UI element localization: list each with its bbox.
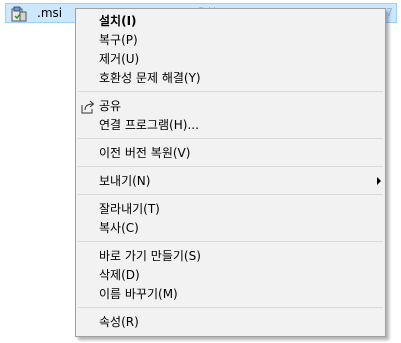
menu-item-label: 연결 프로그램(H)...	[99, 118, 199, 132]
menu-item-open-with[interactable]: 연결 프로그램(H)...	[78, 116, 383, 135]
menu-item-send-to[interactable]: 보내기(N)	[78, 172, 383, 191]
menu-item-label: 복사(C)	[99, 221, 139, 235]
menu-item-label: 보내기(N)	[99, 174, 151, 188]
menu-item-properties[interactable]: 속성(R)	[78, 313, 383, 332]
menu-separator	[78, 307, 383, 308]
menu-item-label: 공유	[99, 99, 122, 113]
menu-item-copy[interactable]: 복사(C)	[78, 219, 383, 238]
menu-item-label: 바로 가기 만들기(S)	[99, 249, 201, 263]
menu-item-label: 설치(I)	[99, 14, 137, 28]
menu-item-create-shortcut[interactable]: 바로 가기 만들기(S)	[78, 247, 383, 266]
menu-separator	[78, 166, 383, 167]
menu-item-delete[interactable]: 삭제(D)	[78, 266, 383, 285]
menu-separator	[78, 241, 383, 242]
menu-item-restore-previous-versions[interactable]: 이전 버전 복원(V)	[78, 144, 383, 163]
menu-item-repair[interactable]: 복구(P)	[78, 31, 383, 50]
file-name: .msi	[37, 6, 63, 20]
menu-item-troubleshoot-compatibility[interactable]: 호환성 문제 해결(Y)	[78, 69, 383, 88]
menu-item-share[interactable]: 공유	[78, 97, 383, 116]
chevron-right-icon	[377, 177, 381, 185]
menu-item-label: 호환성 문제 해결(Y)	[99, 71, 201, 85]
menu-item-label: 속성(R)	[99, 315, 139, 329]
menu-item-install[interactable]: 설치(I)	[78, 12, 383, 31]
menu-separator	[78, 194, 383, 195]
share-icon	[80, 99, 96, 115]
menu-separator	[78, 138, 383, 139]
menu-item-label: 복구(P)	[99, 33, 138, 47]
context-menu: 설치(I) 복구(P) 제거(U) 호환성 문제 해결(Y) 공유 연결 프로그…	[75, 8, 386, 337]
file-size-faded: 7	[386, 6, 393, 19]
menu-item-label: 잘라내기(T)	[99, 202, 160, 216]
menu-item-cut[interactable]: 잘라내기(T)	[78, 200, 383, 219]
menu-item-label: 이름 바꾸기(M)	[99, 287, 178, 301]
menu-item-label: 제거(U)	[99, 52, 140, 66]
menu-item-remove[interactable]: 제거(U)	[78, 50, 383, 69]
menu-separator	[78, 91, 383, 92]
menu-item-rename[interactable]: 이름 바꾸기(M)	[78, 285, 383, 304]
menu-item-label: 삭제(D)	[99, 268, 140, 282]
installer-package-icon	[11, 6, 27, 22]
menu-item-label: 이전 버전 복원(V)	[99, 146, 191, 160]
